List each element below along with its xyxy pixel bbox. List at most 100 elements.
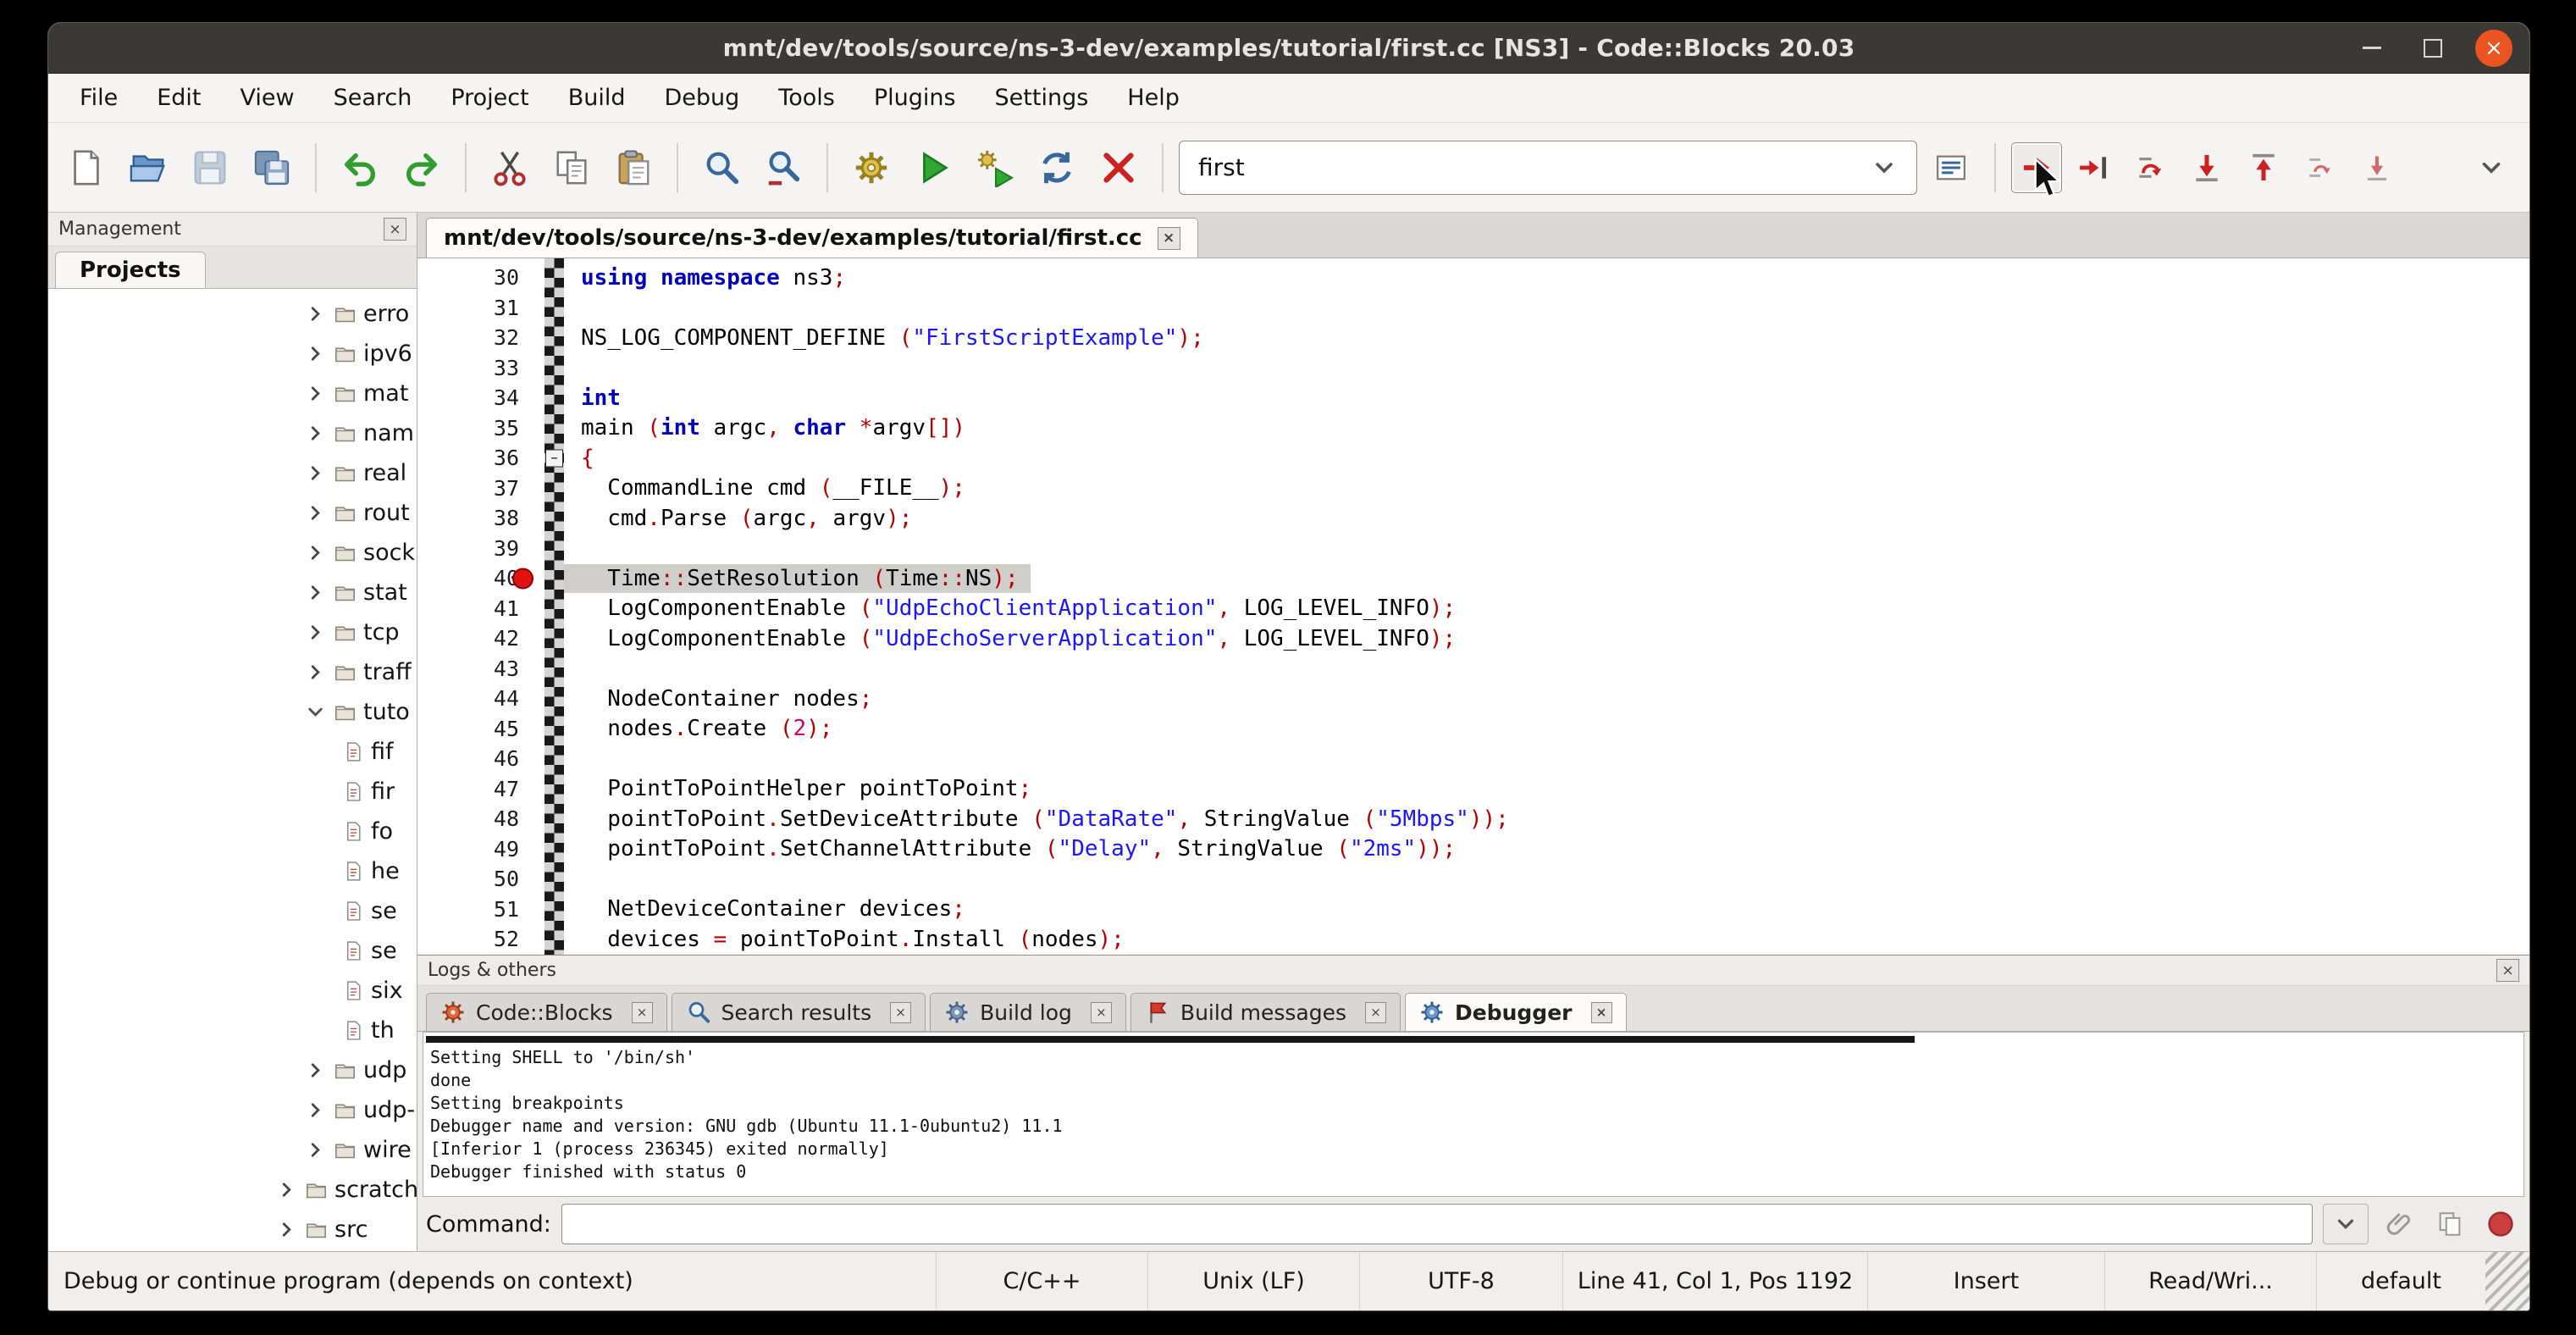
next-instruction-button[interactable] <box>2295 142 2346 193</box>
log-tab-close-button[interactable]: × <box>1365 1002 1386 1023</box>
tree-item-ipv6[interactable]: ipv6 <box>48 334 417 374</box>
tree-item-se[interactable]: se <box>48 931 417 971</box>
tree-item-tuto[interactable]: tuto <box>48 692 417 732</box>
tree-item-rout[interactable]: rout <box>48 493 417 533</box>
menu-tools[interactable]: Tools <box>759 74 854 122</box>
code-line-46[interactable]: 46 <box>417 744 2529 774</box>
toolbar-overflow-button[interactable] <box>2463 140 2519 196</box>
tree-item-udp[interactable]: udp- <box>48 1090 417 1130</box>
replace-button[interactable] <box>755 140 811 196</box>
tree-item-scratch[interactable]: scratch <box>48 1170 417 1210</box>
menu-edit[interactable]: Edit <box>137 74 220 122</box>
log-tab-close-button[interactable]: × <box>632 1002 653 1023</box>
code-line-32[interactable]: 32NS_LOG_COMPONENT_DEFINE ("FirstScriptE… <box>417 323 2529 353</box>
build-button[interactable] <box>843 140 899 196</box>
tree-item-fir[interactable]: fir <box>48 772 417 812</box>
code-line-31[interactable]: 31 <box>417 293 2529 324</box>
stop-debugger-button[interactable] <box>2480 1204 2521 1244</box>
menu-settings[interactable]: Settings <box>976 74 1108 122</box>
tab-projects[interactable]: Projects <box>55 252 206 288</box>
debug-continue-button[interactable] <box>2011 142 2062 193</box>
menu-view[interactable]: View <box>220 74 313 122</box>
log-tab-search-results[interactable]: Search results× <box>672 993 926 1031</box>
code-line-47[interactable]: 47 PointToPointHelper pointToPoint; <box>417 774 2529 805</box>
code-line-42[interactable]: 42 LogComponentEnable ("UdpEchoServerApp… <box>417 623 2529 654</box>
tree-item-th[interactable]: th <box>48 1011 417 1050</box>
open-file-button[interactable] <box>120 140 176 196</box>
editor-tab[interactable]: mnt/dev/tools/source/ns-3-dev/examples/t… <box>426 218 1198 258</box>
save-all-button[interactable] <box>244 140 300 196</box>
menu-help[interactable]: Help <box>1108 74 1199 122</box>
tree-item-six[interactable]: six <box>48 971 417 1011</box>
menu-plugins[interactable]: Plugins <box>854 74 976 122</box>
tree-item-he[interactable]: he <box>48 851 417 891</box>
code-line-51[interactable]: 51 NetDeviceContainer devices; <box>417 895 2529 925</box>
build-target-combo[interactable]: first <box>1179 141 1917 195</box>
code-line-37[interactable]: 37 CommandLine cmd (__FILE__); <box>417 474 2529 504</box>
debugger-command-input[interactable] <box>561 1204 2313 1244</box>
tree-item-src[interactable]: src <box>48 1210 417 1249</box>
step-out-button[interactable] <box>2238 142 2289 193</box>
code-line-40[interactable]: 40 Time::SetResolution (Time::NS); <box>417 563 2529 594</box>
tree-item-real[interactable]: real <box>48 453 417 493</box>
cut-button[interactable] <box>482 140 538 196</box>
title-bar[interactable]: mnt/dev/tools/source/ns-3-dev/examples/t… <box>48 23 2529 74</box>
tree-item-wire[interactable]: wire <box>48 1130 417 1170</box>
command-dropdown-button[interactable] <box>2323 1204 2369 1244</box>
log-tab-build-messages[interactable]: Build messages× <box>1130 993 1401 1031</box>
step-into-button[interactable] <box>2181 142 2232 193</box>
editor-tab-close-button[interactable]: × <box>1158 227 1180 250</box>
log-tab-code-blocks[interactable]: Code::Blocks× <box>426 993 667 1031</box>
menu-build[interactable]: Build <box>549 74 645 122</box>
code-line-34[interactable]: 34int <box>417 383 2529 413</box>
tree-item-erro[interactable]: erro <box>48 294 417 334</box>
abort-build-button[interactable] <box>1091 140 1147 196</box>
tree-item-fif[interactable]: fif <box>48 732 417 772</box>
code-line-38[interactable]: 38 cmd.Parse (argc, argv); <box>417 503 2529 534</box>
run-button[interactable] <box>905 140 961 196</box>
tree-item-stat[interactable]: stat <box>48 573 417 612</box>
code-line-41[interactable]: 41 LogComponentEnable ("UdpEchoClientApp… <box>417 594 2529 624</box>
management-close-button[interactable]: × <box>384 218 406 241</box>
code-line-39[interactable]: 39 <box>417 534 2529 564</box>
build-and-run-button[interactable] <box>967 140 1023 196</box>
menu-file[interactable]: File <box>60 74 137 122</box>
tree-item-mat[interactable]: mat <box>48 374 417 413</box>
code-line-52[interactable]: 52 devices = pointToPoint.Install (nodes… <box>417 924 2529 955</box>
redo-button[interactable] <box>394 140 450 196</box>
code-line-30[interactable]: 30using namespace ns3; <box>417 263 2529 293</box>
rebuild-button[interactable] <box>1029 140 1085 196</box>
code-line-49[interactable]: 49 pointToPoint.SetChannelAttribute ("De… <box>417 834 2529 865</box>
tree-item-traff[interactable]: traff <box>48 652 417 692</box>
save-button[interactable] <box>182 140 238 196</box>
log-tab-close-button[interactable]: × <box>890 1002 911 1023</box>
maximize-button[interactable] <box>2414 30 2452 67</box>
tree-item-fo[interactable]: fo <box>48 812 417 851</box>
tree-item-sock[interactable]: sock <box>48 533 417 573</box>
logs-close-button[interactable]: × <box>2496 959 2519 982</box>
code-line-48[interactable]: 48 pointToPoint.SetDeviceAttribute ("Dat… <box>417 804 2529 834</box>
breakpoint-marker[interactable] <box>512 568 533 589</box>
close-button[interactable]: × <box>2475 30 2512 67</box>
next-line-button[interactable] <box>2125 142 2175 193</box>
code-line-35[interactable]: 35main (int argc, char *argv[]) <box>417 413 2529 444</box>
code-line-45[interactable]: 45 nodes.Create (2); <box>417 714 2529 745</box>
code-line-36[interactable]: 36–{ <box>417 443 2529 474</box>
copy-button[interactable] <box>544 140 600 196</box>
code-line-43[interactable]: 43 <box>417 654 2529 684</box>
menu-debug[interactable]: Debug <box>645 74 760 122</box>
menu-project[interactable]: Project <box>431 74 548 122</box>
log-tab-debugger[interactable]: Debugger× <box>1405 993 1626 1031</box>
new-file-button[interactable] <box>58 140 114 196</box>
step-into-instruction-button[interactable] <box>2352 142 2402 193</box>
tree-item-se[interactable]: se <box>48 891 417 931</box>
menu-search[interactable]: Search <box>314 74 432 122</box>
debugger-output[interactable]: Setting SHELL to '/bin/sh'doneSetting br… <box>423 1032 2524 1197</box>
log-tab-close-button[interactable]: × <box>1091 1002 1112 1023</box>
copy-output-button[interactable] <box>2430 1204 2470 1244</box>
resize-grip[interactable] <box>2485 1252 2529 1310</box>
find-button[interactable] <box>694 140 749 196</box>
undo-button[interactable] <box>332 140 388 196</box>
code-line-50[interactable]: 50 <box>417 864 2529 895</box>
run-to-cursor-button[interactable] <box>2068 142 2119 193</box>
